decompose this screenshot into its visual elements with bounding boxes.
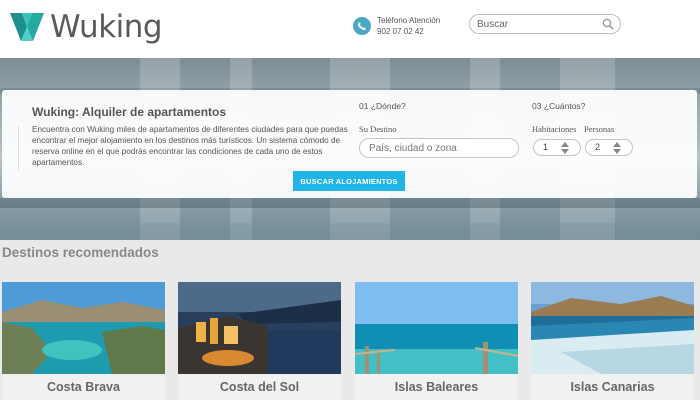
- booking-title: Wuking: Alquiler de apartamentos: [32, 105, 227, 119]
- destinations-title: Destinos recomendados: [2, 245, 159, 260]
- rooms-stepper[interactable]: 1: [533, 139, 581, 156]
- people-value: 2: [595, 142, 601, 152]
- stepper-arrows-icon[interactable]: [561, 142, 569, 154]
- site-header: Wuking Teléfono Atención 902 07 02 42: [0, 0, 700, 58]
- step-how-many-label: 03 ¿Cuántos?: [532, 101, 586, 111]
- phone-number[interactable]: 902 07 02 42: [377, 26, 440, 37]
- stepper-arrows-icon[interactable]: [613, 142, 621, 154]
- search-input[interactable]: [477, 18, 595, 30]
- rooms-value: 1: [543, 142, 549, 152]
- rooms-label: Habitaciones: [532, 124, 577, 134]
- destination-card-islas-baleares[interactable]: Islas Baleares: [355, 282, 518, 400]
- header-search: [469, 14, 621, 34]
- phone-contact: Teléfono Atención 902 07 02 42: [353, 15, 440, 37]
- logo[interactable]: Wuking: [10, 9, 163, 45]
- people-stepper[interactable]: 2: [585, 139, 633, 156]
- brand-name: Wuking: [50, 9, 163, 45]
- destination-name: Costa Brava: [47, 380, 120, 394]
- destination-input[interactable]: [359, 138, 519, 158]
- divider: [18, 126, 19, 170]
- step-where-label: 01 ¿Dónde?: [359, 101, 406, 111]
- phone-icon: [353, 17, 371, 35]
- islas-baleares-image: [355, 282, 518, 374]
- islas-canarias-image: [531, 282, 694, 374]
- search-icon[interactable]: [602, 18, 614, 30]
- destination-label: Su Destino: [359, 124, 397, 134]
- destination-card-costa-del-sol[interactable]: Costa del Sol: [178, 282, 341, 400]
- phone-label: Teléfono Atención: [377, 16, 441, 25]
- destination-card-costa-brava[interactable]: Costa Brava: [2, 282, 165, 400]
- destination-name: Islas Canarias: [570, 380, 655, 394]
- destination-name: Islas Baleares: [394, 380, 479, 394]
- people-label: Personas: [584, 124, 615, 134]
- destination-name: Costa del Sol: [219, 380, 300, 394]
- costa-del-sol-image: [178, 282, 341, 374]
- booking-description: Encuentra con Wuking miles de apartament…: [32, 125, 348, 167]
- booking-panel: Wuking: Alquiler de apartamentos Encuent…: [2, 90, 697, 198]
- search-accommodation-button[interactable]: Buscar alojamientos: [293, 171, 405, 191]
- costa-brava-image: [2, 282, 165, 374]
- destination-card-islas-canarias[interactable]: Islas Canarias: [531, 282, 694, 400]
- wuking-logo-icon: [10, 13, 44, 41]
